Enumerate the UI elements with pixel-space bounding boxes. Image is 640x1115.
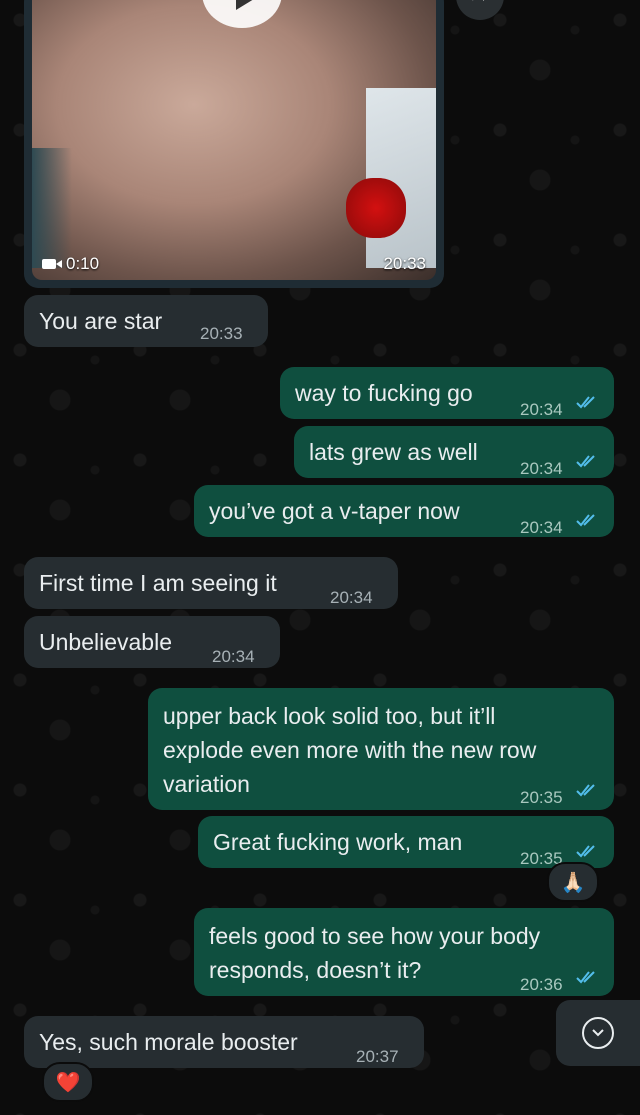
message-text: Great fucking work, man	[213, 829, 463, 855]
scroll-to-bottom-button[interactable]	[556, 1000, 640, 1066]
message-outgoing[interactable]: upper back look solid too, but it’ll exp…	[148, 688, 614, 810]
message-text-line-2: responds, doesn’t it?	[209, 957, 422, 983]
thumbnail-shade	[32, 148, 72, 268]
message-incoming[interactable]: Unbelievable 20:34	[24, 616, 280, 668]
message-outgoing[interactable]: lats grew as well 20:34	[294, 426, 614, 478]
message-outgoing[interactable]: Great fucking work, man 20:35	[198, 816, 614, 868]
reaction-badge[interactable]: ❤️	[42, 1062, 94, 1102]
read-receipt-icon	[576, 453, 600, 469]
message-text: Yes, such morale booster	[39, 1029, 298, 1055]
video-timestamp: 20:33	[383, 254, 426, 273]
message-text: upper back look solid too, but it’ll	[163, 703, 496, 729]
message-time: 20:34	[520, 518, 563, 537]
reaction-badge[interactable]: 🙏🏻	[547, 862, 599, 902]
message-text: Unbelievable	[39, 629, 172, 655]
message-text: lats grew as well	[309, 439, 478, 465]
video-duration-text: 0:10	[66, 254, 100, 273]
message-text: You are star	[39, 308, 163, 334]
thumbnail-detail	[346, 178, 406, 238]
message-incoming[interactable]: You are star 20:33	[24, 295, 268, 347]
message-time: 20:35	[520, 788, 563, 807]
video-message[interactable]: 0:10 20:33	[24, 0, 444, 288]
message-outgoing[interactable]: way to fucking go 20:34	[280, 367, 614, 419]
video-thumbnail[interactable]	[32, 0, 436, 280]
message-text: feels good to see how your body	[209, 923, 541, 949]
message-time: 20:34	[520, 400, 563, 419]
heart-icon: ❤️	[55, 1071, 81, 1094]
video-duration: 0:10	[42, 254, 99, 274]
message-incoming[interactable]: Yes, such morale booster 20:37	[24, 1016, 424, 1068]
message-outgoing[interactable]: you’ve got a v-taper now 20:34	[194, 485, 614, 537]
chevron-down-icon	[582, 1017, 614, 1049]
message-text-line-2: explode even more with the new row	[163, 737, 537, 763]
read-receipt-icon	[576, 512, 600, 528]
message-time: 20:36	[520, 975, 563, 994]
message-text-line-3: variation	[163, 771, 250, 797]
message-incoming[interactable]: First time I am seeing it 20:34	[24, 557, 398, 609]
pray-icon: 🙏🏻	[560, 871, 586, 894]
message-time: 20:34	[330, 588, 373, 607]
message-text: you’ve got a v-taper now	[209, 498, 460, 524]
message-time: 20:34	[520, 459, 563, 478]
read-receipt-icon	[576, 843, 600, 859]
message-time: 20:37	[356, 1047, 399, 1066]
read-receipt-icon	[576, 969, 600, 985]
message-text: First time I am seeing it	[39, 570, 277, 596]
message-outgoing[interactable]: feels good to see how your body responds…	[194, 908, 614, 996]
message-time: 20:34	[212, 647, 255, 666]
play-icon[interactable]	[202, 0, 282, 28]
read-receipt-icon	[576, 782, 600, 798]
message-text: way to fucking go	[295, 380, 473, 406]
video-camera-icon	[42, 259, 62, 269]
read-receipt-icon	[576, 394, 600, 410]
message-time: 20:33	[200, 324, 243, 343]
